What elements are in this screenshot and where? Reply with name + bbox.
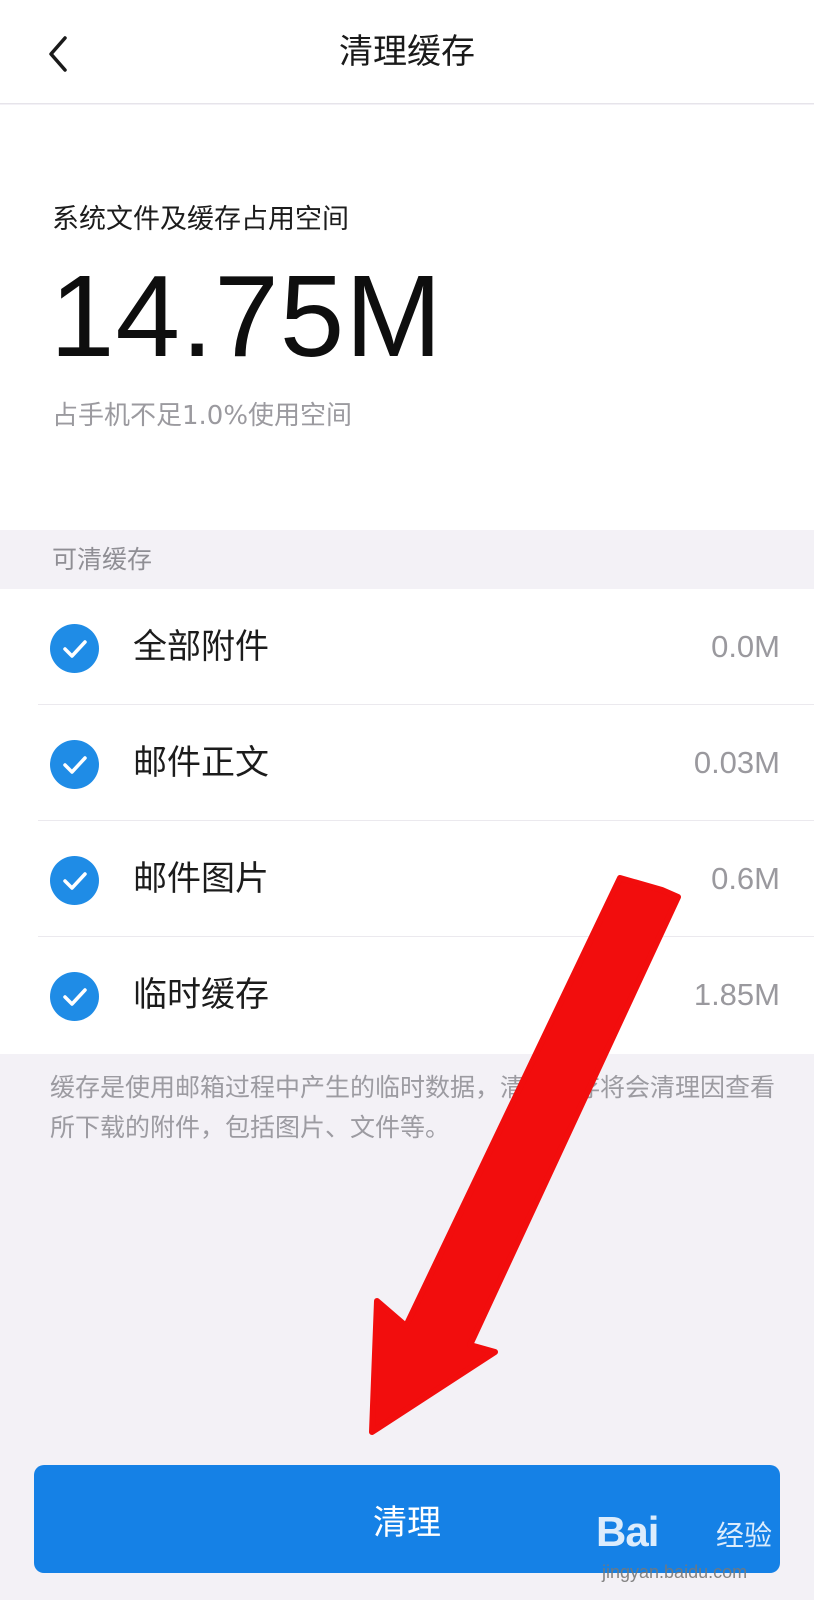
list-item-mail-body[interactable]: 邮件正文 0.03M bbox=[0, 705, 814, 821]
list-item-mail-images[interactable]: 邮件图片 0.6M bbox=[0, 821, 814, 937]
checkbox-checked-icon[interactable] bbox=[50, 740, 99, 789]
checkbox-checked-icon[interactable] bbox=[50, 856, 99, 905]
item-label: 临时缓存 bbox=[133, 975, 269, 1015]
page-title: 清理缓存 bbox=[339, 32, 475, 72]
summary-label: 系统文件及缓存占用空间 bbox=[52, 204, 349, 235]
clean-button[interactable]: 清理 bbox=[34, 1465, 780, 1573]
clean-button-label: 清理 bbox=[373, 1502, 441, 1543]
item-size: 0.6M bbox=[711, 861, 780, 896]
cache-footnote: 缓存是使用邮箱过程中产生的临时数据，清理缓存将会清理因查看所下载的附件，包括图片… bbox=[50, 1073, 776, 1142]
chevron-left-icon bbox=[49, 36, 67, 72]
section-header: 可清缓存 bbox=[52, 545, 153, 574]
total-cache-size: 14.75M bbox=[50, 251, 443, 381]
item-size: 0.0M bbox=[711, 629, 780, 664]
item-size: 1.85M bbox=[693, 977, 780, 1012]
item-label: 全部附件 bbox=[133, 627, 269, 667]
list-item-temp-cache[interactable]: 临时缓存 1.85M bbox=[0, 937, 814, 1053]
cache-list: 全部附件 0.0M 邮件正文 0.03M 邮件图片 0.6M 临时缓存 1.85… bbox=[0, 589, 814, 1054]
back-button[interactable] bbox=[30, 22, 86, 86]
checkbox-checked-icon[interactable] bbox=[50, 624, 99, 673]
checkbox-checked-icon[interactable] bbox=[50, 972, 99, 1021]
item-label: 邮件图片 bbox=[133, 859, 269, 899]
item-label: 邮件正文 bbox=[133, 743, 269, 783]
storage-usage-note: 占手机不足1.0%使用空间 bbox=[52, 401, 353, 431]
top-bar: 清理缓存 bbox=[0, 0, 814, 104]
item-size: 0.03M bbox=[693, 745, 780, 780]
cache-summary: 系统文件及缓存占用空间 14.75M 占手机不足1.0%使用空间 bbox=[0, 105, 814, 530]
list-item-attachments[interactable]: 全部附件 0.0M bbox=[0, 589, 814, 705]
